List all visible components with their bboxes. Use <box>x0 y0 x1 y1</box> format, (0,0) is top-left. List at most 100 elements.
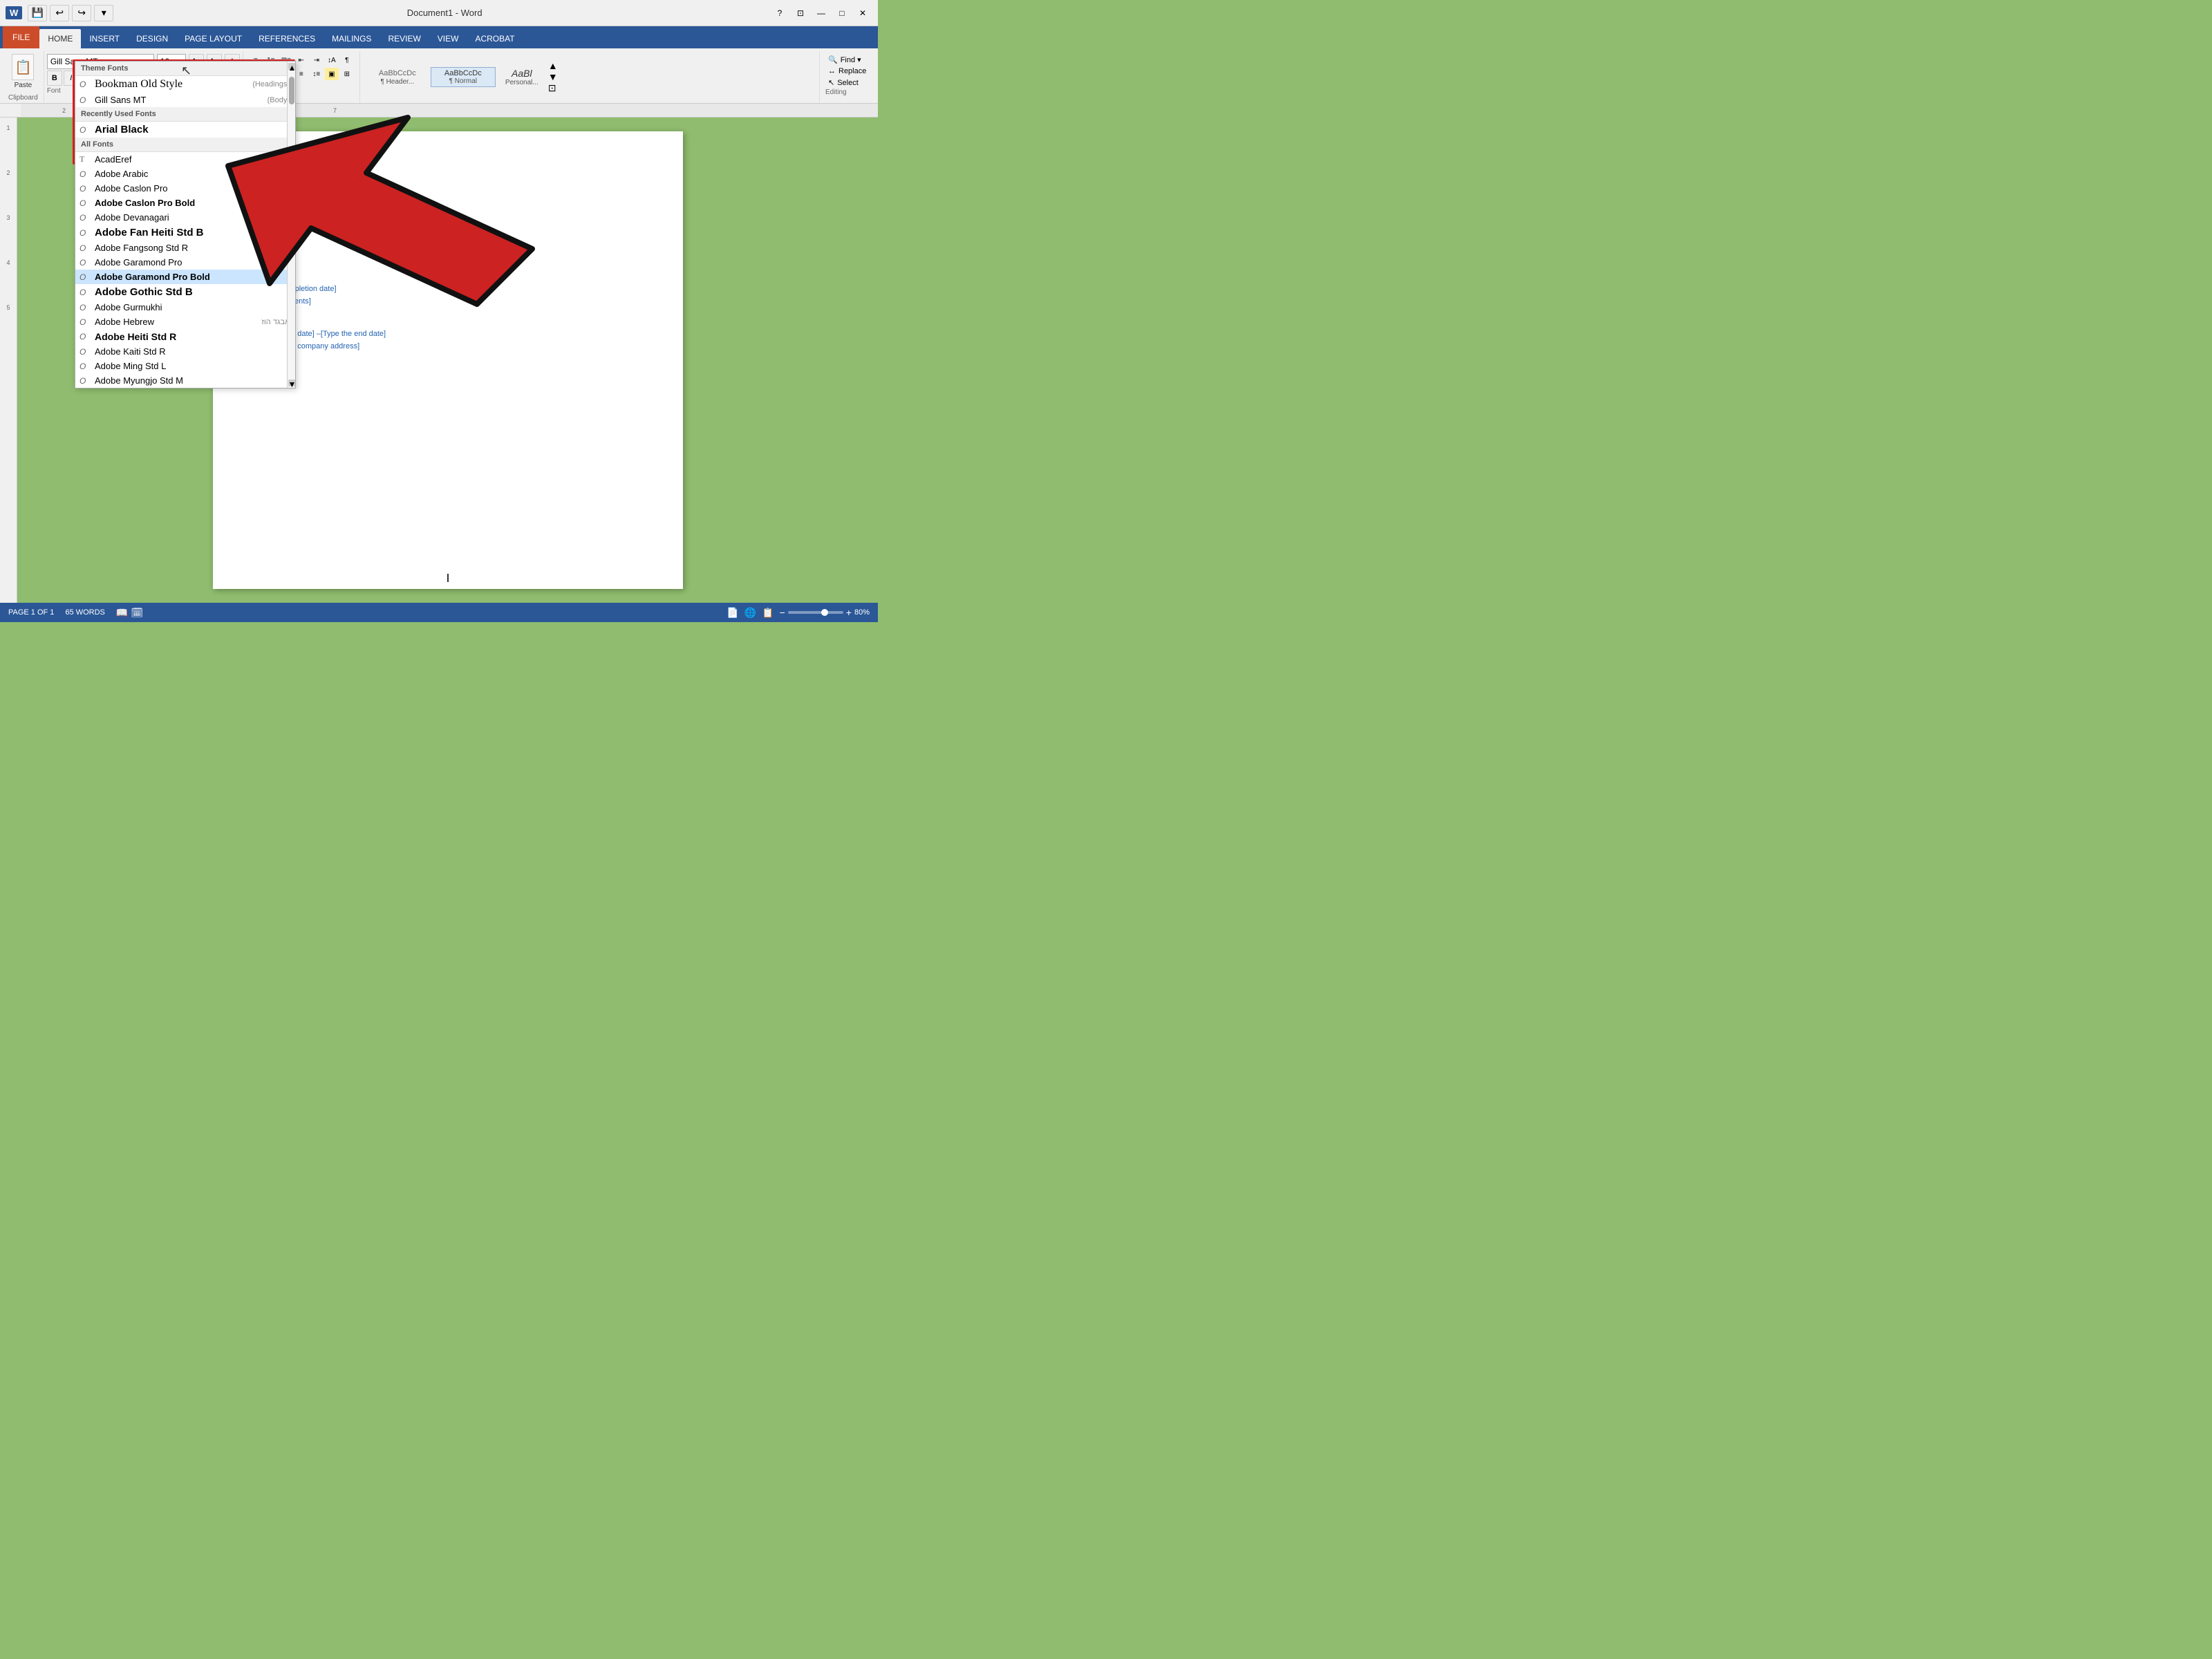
undo-button[interactable]: ↩ <box>50 5 69 21</box>
restore-button[interactable]: ⊡ <box>791 5 810 21</box>
view-web-icon[interactable]: 🌐 <box>744 607 756 619</box>
font-item-adobe-ming[interactable]: O Adobe Ming Std L <box>75 359 295 373</box>
show-hide-button[interactable]: ¶ <box>340 54 354 66</box>
style-normal-item[interactable]: AaBbCcDc ¶ Normal <box>431 67 496 87</box>
font-item-adobe-gurmukhi[interactable]: O Adobe Gurmukhi <box>75 300 295 315</box>
scroll-thumb[interactable] <box>289 77 294 104</box>
styles-scroll-up[interactable]: ▲ ▼ ⊡ <box>548 60 558 94</box>
status-bar: PAGE 1 OF 1 65 WORDS 📖 🗓 📄 🌐 📋 − + 80% <box>0 603 878 622</box>
font-item-bookman[interactable]: O Bookman Old Style (Headings) <box>75 76 295 93</box>
decrease-indent-button[interactable]: ⇤ <box>294 54 308 66</box>
theme-fonts-header: Theme Fonts <box>75 62 295 76</box>
title-bar: W 💾 ↩ ↪ ▾ Document1 - Word ? ⊡ — □ ✕ <box>0 0 878 26</box>
font-panel: Theme Fonts O Bookman Old Style (Heading… <box>75 61 296 388</box>
document-content: [Type the completion date] [Accomplishme… <box>247 159 648 365</box>
zoom-slider[interactable] <box>788 611 843 614</box>
font-item-adobe-heiti[interactable]: O Adobe Heiti Std R <box>75 329 295 344</box>
clipboard-label: Clipboard <box>8 94 38 103</box>
shading-button[interactable]: ▣ <box>325 68 339 80</box>
doc-line-2: [Accomplishments] <box>247 296 648 308</box>
font-item-adobe-arabic[interactable]: O Adobe Arabic أيجد هوز <box>75 167 295 181</box>
increase-indent-button[interactable]: ⇥ <box>310 54 324 66</box>
paste-label: Paste <box>15 82 32 89</box>
cursor-blink <box>447 574 449 582</box>
zoom-level: 80% <box>854 608 870 617</box>
font-list-scroll[interactable]: T AcadEref O Adobe Arabic أيجد هوز O Ado… <box>75 152 295 388</box>
status-right: 📄 🌐 📋 − + 80% <box>727 607 870 619</box>
find-button[interactable]: 🔍 Find ▾ <box>825 54 870 66</box>
font-item-adobe-myungjo[interactable]: O Adobe Myungjo Std M <box>75 373 295 388</box>
tab-acrobat[interactable]: ACROBAT <box>467 29 523 48</box>
side-ruler: 1 2 3 4 5 <box>0 118 17 603</box>
font-item-adobe-garamond[interactable]: O Adobe Garamond Pro <box>75 255 295 270</box>
view-read-icon[interactable]: 📋 <box>762 607 774 619</box>
bold-button[interactable]: B <box>47 71 62 86</box>
tab-review[interactable]: REVIEW <box>379 29 429 48</box>
font-item-gillsans[interactable]: O Gill Sans MT (Body) <box>75 93 295 107</box>
save-button[interactable]: 💾 <box>28 5 47 21</box>
redo-button[interactable]: ↪ <box>72 5 91 21</box>
styles-group: AaBbCcDc ¶ Header... AaBbCcDc ¶ Normal A… <box>360 51 820 103</box>
style-header-item[interactable]: AaBbCcDc ¶ Header... <box>366 67 429 87</box>
maximize-button[interactable]: □ <box>832 5 852 21</box>
tab-file[interactable]: FILE <box>3 26 39 48</box>
font-item-adobe-fan-heiti[interactable]: O Adobe Fan Heiti Std B <box>75 225 295 241</box>
tab-references[interactable]: REFERENCES <box>250 29 324 48</box>
zoom-controls: − + 80% <box>780 607 870 618</box>
font-item-adobe-caslon[interactable]: O Adobe Caslon Pro <box>75 181 295 196</box>
font-panel-scrollbar[interactable]: ▲ ▼ <box>287 62 295 388</box>
editing-group: 🔍 Find ▾ ↔ Replace ↖ Select Editing <box>820 51 875 103</box>
font-item-adobe-caslon-bold[interactable]: O Adobe Caslon Pro Bold <box>75 196 295 210</box>
window-controls: ? ⊡ — □ ✕ <box>770 5 872 21</box>
justify-button[interactable]: ≡ <box>294 68 308 80</box>
clipboard-group: 📋 Paste Clipboard <box>3 51 44 103</box>
view-document-icon[interactable]: 📄 <box>727 607 738 619</box>
word-logo: W <box>6 6 22 19</box>
zoom-thumb <box>821 609 828 616</box>
proofing-icons: 📖 🗓 <box>116 607 143 619</box>
sort-button[interactable]: ↕A <box>325 54 339 66</box>
minimize-button[interactable]: — <box>812 5 831 21</box>
scroll-up-arrow[interactable]: ▲ <box>288 63 295 70</box>
document-title: Document1 - Word <box>119 8 770 18</box>
line-spacing-button[interactable]: ↕≡ <box>310 68 324 80</box>
customize-button[interactable]: ▾ <box>94 5 113 21</box>
proofing-icon[interactable]: 📖 <box>116 607 128 619</box>
doc-line-4: [me] [Type the company address] <box>247 341 648 353</box>
font-item-adobe-gothic[interactable]: O Adobe Gothic Std B <box>75 284 295 300</box>
tab-home[interactable]: HOME <box>39 29 81 48</box>
doc-line-3: [Type the start date] –[Type the end dat… <box>247 328 648 341</box>
font-item-adobe-hebrew[interactable]: O Adobe Hebrew אבגד הוז <box>75 315 295 329</box>
page-info: PAGE 1 OF 1 <box>8 608 54 617</box>
doc-line-1: [Type the completion date] <box>247 283 648 296</box>
tab-mailings[interactable]: MAILINGS <box>324 29 379 48</box>
layout-icon[interactable]: 🗓 <box>131 607 143 619</box>
tab-design[interactable]: DESIGN <box>128 29 176 48</box>
word-count: 65 WORDS <box>65 608 104 617</box>
quick-access-toolbar: 💾 ↩ ↪ ▾ <box>28 5 113 21</box>
font-item-adobe-kaiti[interactable]: O Adobe Kaiti Std R <box>75 344 295 359</box>
zoom-out-button[interactable]: − <box>780 607 785 618</box>
font-item-adobe-devanagari[interactable]: O Adobe Devanagari देवनागारी <box>75 210 295 225</box>
close-button[interactable]: ✕ <box>853 5 872 21</box>
doc-line-5: s] <box>247 353 648 365</box>
scroll-down-arrow[interactable]: ▼ <box>288 379 295 386</box>
help-button[interactable]: ? <box>770 5 789 21</box>
tab-page-layout[interactable]: PAGE LAYOUT <box>176 29 250 48</box>
editing-label: Editing <box>825 88 870 97</box>
paste-button[interactable]: 📋 <box>12 54 34 80</box>
font-item-adobe-fangsong[interactable]: O Adobe Fangsong Std R <box>75 241 295 255</box>
zoom-in-button[interactable]: + <box>846 607 852 618</box>
replace-button[interactable]: ↔ Replace <box>825 66 870 77</box>
borders-button[interactable]: ⊞ <box>340 68 354 80</box>
recently-used-header: Recently Used Fonts <box>75 107 295 122</box>
font-group-label: Font <box>47 87 61 96</box>
ribbon-tabs: FILE HOME INSERT DESIGN PAGE LAYOUT REFE… <box>0 26 878 48</box>
tab-view[interactable]: VIEW <box>429 29 467 48</box>
tab-insert[interactable]: INSERT <box>81 29 128 48</box>
font-item-arial-black[interactable]: O Arial Black <box>75 122 295 138</box>
font-item-acadref[interactable]: T AcadEref <box>75 152 295 167</box>
style-personal-item[interactable]: AaBl Personal... <box>497 66 547 88</box>
select-button[interactable]: ↖ Select <box>825 77 870 88</box>
font-item-adobe-garamond-bold[interactable]: O Adobe Garamond Pro Bold <box>75 270 295 284</box>
